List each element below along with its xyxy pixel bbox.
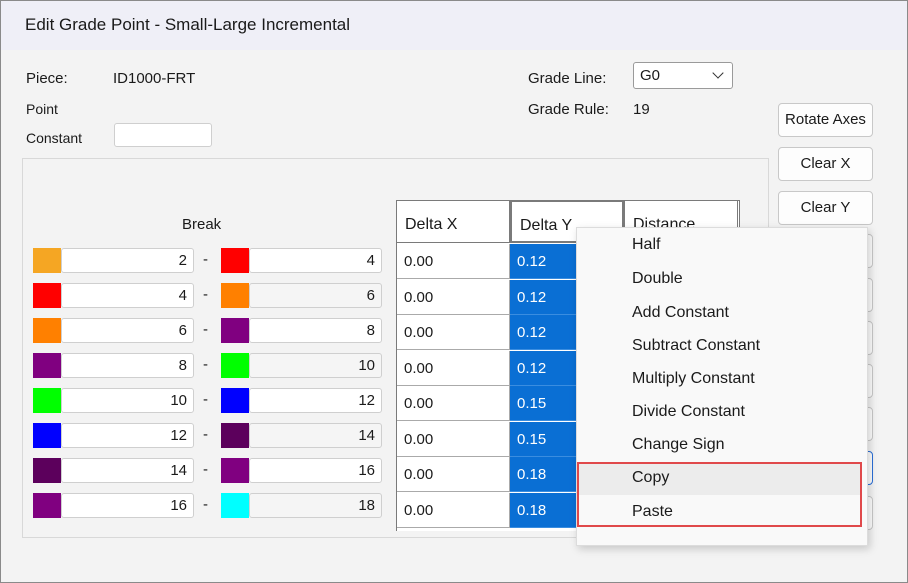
delta-x-cell[interactable]: 0.00 — [397, 421, 510, 457]
delta-x-cell[interactable]: 0.00 — [397, 386, 510, 421]
delta-x-cell[interactable]: 0.00 — [397, 315, 510, 350]
break-dash: - — [203, 286, 208, 303]
break-to-value[interactable]: 18 — [249, 493, 382, 518]
to-color-swatch[interactable] — [221, 493, 249, 518]
break-dash: - — [203, 321, 208, 338]
break-from-value[interactable]: 10 — [61, 388, 194, 413]
to-color-swatch[interactable] — [221, 388, 249, 413]
from-color-swatch[interactable] — [33, 458, 61, 483]
piece-value: ID1000-FRT — [113, 70, 196, 87]
constant-label: Constant — [26, 130, 83, 146]
delta-x-cell[interactable]: 0.00 — [397, 492, 510, 528]
rotate-axes-button[interactable]: Rotate Axes — [778, 103, 873, 137]
break-to-value[interactable]: 14 — [249, 423, 382, 448]
grade-line-label: Grade Line: — [528, 70, 607, 87]
break-from-value[interactable]: 12 — [61, 423, 194, 448]
break-title: Break — [182, 216, 222, 233]
break-from-value[interactable]: 14 — [61, 458, 194, 483]
from-color-swatch[interactable] — [33, 388, 61, 413]
from-color-swatch[interactable] — [33, 493, 61, 518]
break-from-value[interactable]: 16 — [61, 493, 194, 518]
break-dash: - — [203, 356, 208, 373]
to-color-swatch[interactable] — [221, 283, 249, 308]
break-to-value[interactable]: 4 — [249, 248, 382, 273]
to-color-swatch[interactable] — [221, 458, 249, 483]
grade-rule-value: 19 — [633, 101, 650, 118]
menu-item-double[interactable]: Double — [632, 270, 683, 288]
break-dash: - — [203, 251, 208, 268]
grade-line-value: G0 — [640, 67, 661, 84]
menu-item-half[interactable]: Half — [632, 236, 660, 254]
menu-item-add-constant[interactable]: Add Constant — [632, 304, 729, 322]
break-from-value[interactable]: 4 — [61, 283, 194, 308]
from-color-swatch[interactable] — [33, 353, 61, 378]
chevron-down-icon — [712, 67, 724, 79]
break-from-value[interactable]: 2 — [61, 248, 194, 273]
break-to-value[interactable]: 10 — [249, 353, 382, 378]
break-to-value[interactable]: 16 — [249, 458, 382, 483]
grade-rule-label: Grade Rule: — [528, 101, 609, 118]
to-color-swatch[interactable] — [221, 353, 249, 378]
header-delta-x[interactable]: Delta X — [396, 200, 510, 243]
piece-label: Piece: — [26, 70, 68, 87]
break-from-value[interactable]: 6 — [61, 318, 194, 343]
point-label: Point — [26, 101, 58, 117]
menu-item-multiply-constant[interactable]: Multiply Constant — [632, 370, 755, 388]
to-color-swatch[interactable] — [221, 423, 249, 448]
break-dash: - — [203, 496, 208, 513]
clear-y-button[interactable]: Clear Y — [778, 191, 873, 225]
clear-x-button[interactable]: Clear X — [778, 147, 873, 181]
from-color-swatch[interactable] — [33, 283, 61, 308]
break-to-value[interactable]: 6 — [249, 283, 382, 308]
from-color-swatch[interactable] — [33, 318, 61, 343]
break-to-value[interactable]: 12 — [249, 388, 382, 413]
menu-item-divide-constant[interactable]: Divide Constant — [632, 403, 745, 421]
grade-line-select[interactable]: G0 — [633, 62, 733, 89]
from-color-swatch[interactable] — [33, 423, 61, 448]
break-from-value[interactable]: 8 — [61, 353, 194, 378]
to-color-swatch[interactable] — [221, 318, 249, 343]
from-color-swatch[interactable] — [33, 248, 61, 273]
delta-x-cell[interactable]: 0.00 — [397, 244, 510, 279]
delta-x-cell[interactable]: 0.00 — [397, 279, 510, 315]
menu-item-subtract-constant[interactable]: Subtract Constant — [632, 337, 760, 355]
break-dash: - — [203, 461, 208, 478]
copy-paste-highlight — [577, 462, 862, 527]
to-color-swatch[interactable] — [221, 248, 249, 273]
title-bar: Edit Grade Point - Small-Large Increment… — [1, 1, 907, 50]
window-title: Edit Grade Point - Small-Large Increment… — [25, 15, 351, 34]
break-to-value[interactable]: 8 — [249, 318, 382, 343]
delta-x-cell[interactable]: 0.00 — [397, 457, 510, 492]
constant-input[interactable] — [114, 123, 212, 147]
break-dash: - — [203, 426, 208, 443]
break-dash: - — [203, 391, 208, 408]
delta-x-cell[interactable]: 0.00 — [397, 350, 510, 386]
menu-item-change-sign[interactable]: Change Sign — [632, 436, 725, 454]
